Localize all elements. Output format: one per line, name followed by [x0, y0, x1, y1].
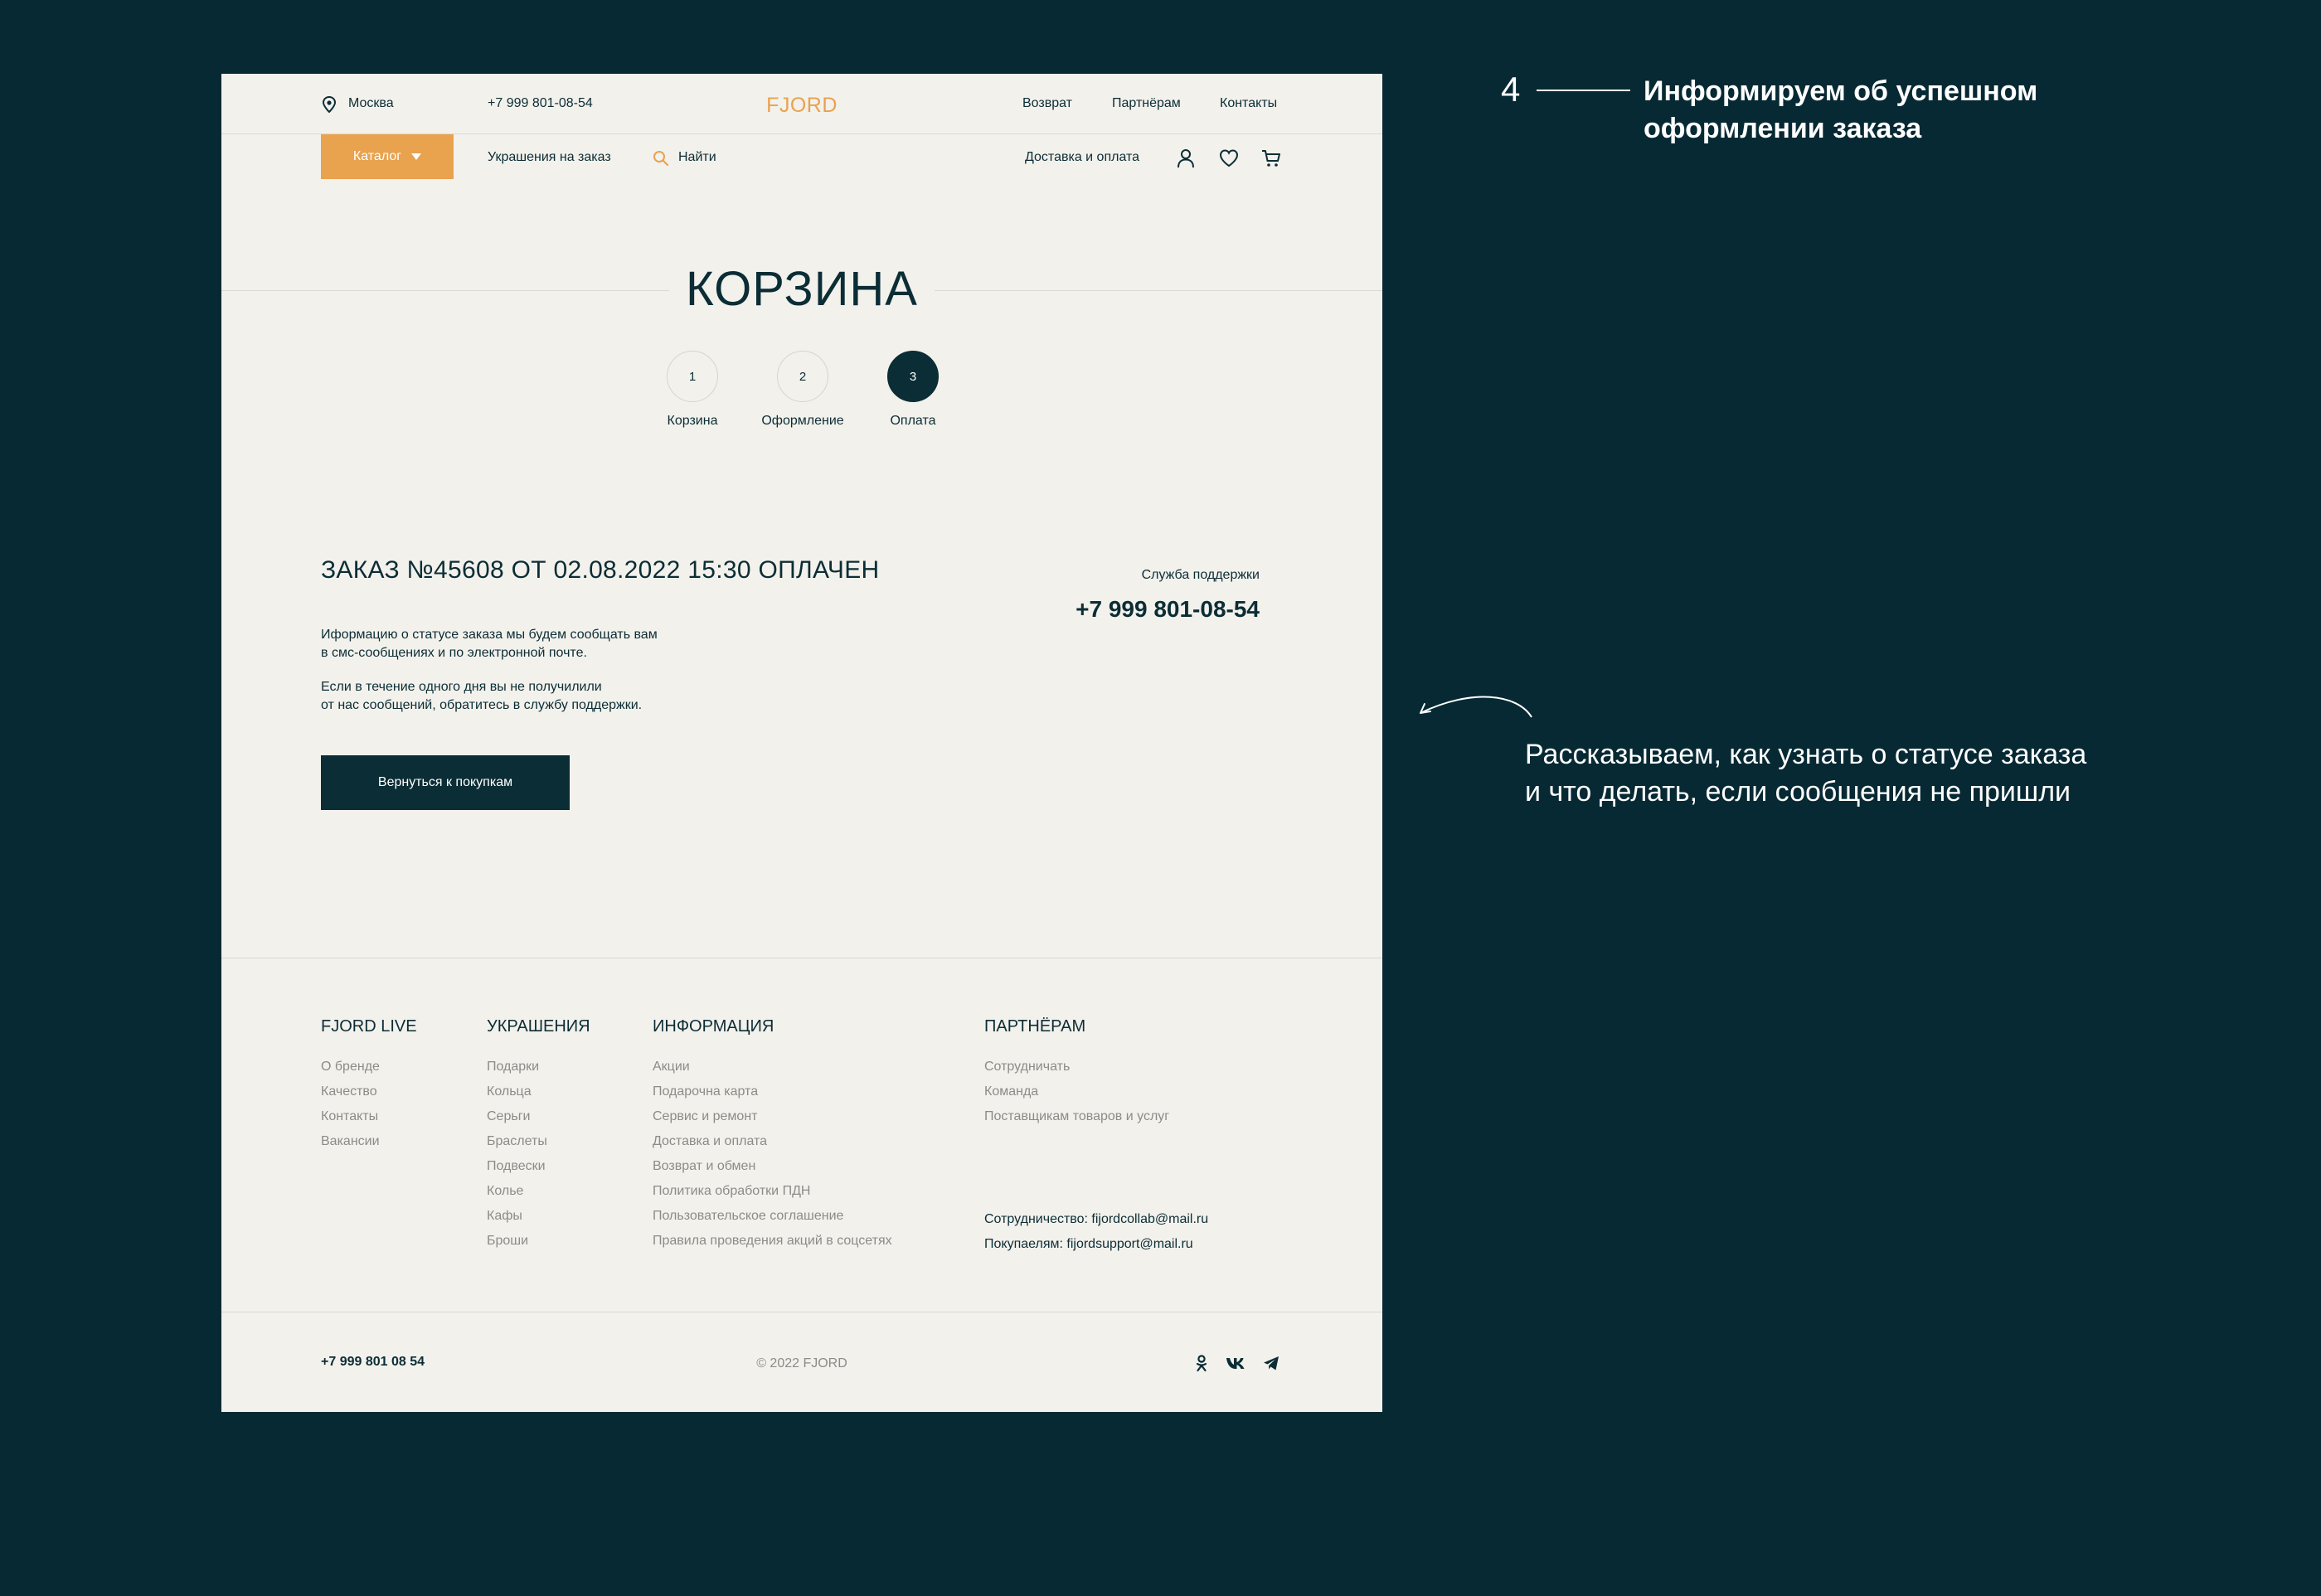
nav-contacts[interactable]: Контакты: [1220, 96, 1277, 111]
telegram-icon[interactable]: [1262, 1354, 1280, 1372]
page-mockup: Москва +7 999 801-08-54 FJORD Возврат Па…: [221, 74, 1382, 1412]
footer-link[interactable]: Подарочна карта: [653, 1079, 892, 1104]
step-number: 1: [667, 351, 718, 402]
footer-col-title: FJORD LIVE: [321, 1017, 417, 1036]
footer-col-information: ИНФОРМАЦИЯ Акции Подарочна карта Сервис …: [653, 1017, 892, 1254]
footer-link[interactable]: Кафы: [487, 1204, 590, 1229]
heart-icon[interactable]: [1218, 148, 1240, 169]
search-input[interactable]: Найти: [678, 150, 716, 165]
status-info-line: в смс-сообщениях и по электронной почте.: [321, 646, 587, 660]
footer-link[interactable]: Подарки: [487, 1055, 590, 1079]
footer-col-fjord-live: FJORD LIVE О бренде Качество Контакты Ва…: [321, 1017, 417, 1154]
footer-link[interactable]: Политика обработки ПДН: [653, 1179, 892, 1204]
back-to-shopping-button[interactable]: Вернуться к покупкам: [321, 755, 570, 810]
footer-link[interactable]: Акции: [653, 1055, 892, 1079]
step-label: Корзина: [667, 414, 718, 428]
order-status-title: ЗАКАЗ №45608 ОТ 02.08.2022 15:30 ОПЛАЧЕН: [321, 556, 880, 584]
footer-link[interactable]: Сотрудничать: [984, 1055, 1169, 1079]
step-number: 2: [777, 351, 828, 402]
support-info-line: от нас сообщений, обратитесь в службу по…: [321, 698, 643, 712]
support-label: Служба поддержки: [1141, 568, 1260, 582]
support-info-line: Если в течение одного дня вы не получили…: [321, 680, 602, 694]
annotation-connector: [1537, 90, 1630, 91]
status-info-line: Иформацию о статусе заказа мы будем сооб…: [321, 628, 658, 642]
support-phone[interactable]: +7 999 801-08-54: [1076, 596, 1260, 623]
cart-icon[interactable]: [1260, 148, 1282, 169]
footer-link[interactable]: Пользовательское соглашение: [653, 1204, 892, 1229]
collab-email[interactable]: Сотрудничество: fijordcollab@mail.ru: [984, 1212, 1208, 1227]
step-label: Оплата: [890, 414, 936, 428]
support-info-text: Если в течение одного дня вы не получили…: [321, 678, 752, 715]
footer-col-title: УКРАШЕНИЯ: [487, 1017, 590, 1036]
footer-link[interactable]: Кольца: [487, 1079, 590, 1104]
annotation-body: Рассказываем, как узнать о статусе заказ…: [1525, 739, 2087, 808]
nav-partners[interactable]: Партнёрам: [1112, 96, 1181, 111]
footer-link[interactable]: Качество: [321, 1079, 417, 1104]
footer-link[interactable]: Вакансии: [321, 1129, 417, 1154]
footer-link[interactable]: Серьги: [487, 1104, 590, 1129]
status-info-text: Иформацию о статусе заказа мы будем сооб…: [321, 626, 752, 662]
footer-col-title: ПАРТНЁРАМ: [984, 1017, 1086, 1036]
footer-link[interactable]: Сервис и ремонт: [653, 1104, 892, 1129]
footer-link[interactable]: Контакты: [321, 1104, 417, 1129]
footer-link[interactable]: Колье: [487, 1179, 590, 1204]
user-icon[interactable]: [1175, 148, 1197, 169]
footer-link[interactable]: Подвески: [487, 1154, 590, 1179]
nav-return[interactable]: Возврат: [1022, 96, 1072, 111]
top-bar: Москва +7 999 801-08-54 FJORD Возврат Па…: [221, 74, 1382, 134]
step-payment[interactable]: 3 Оплата: [859, 351, 967, 429]
caret-down-icon: [411, 153, 422, 160]
footer-link[interactable]: Поставщикам товаров и услуг: [984, 1104, 1169, 1129]
footer-link[interactable]: Возврат и обмен: [653, 1154, 892, 1179]
footer-link[interactable]: Броши: [487, 1229, 590, 1254]
search-icon[interactable]: [653, 150, 669, 167]
catalog-label: Каталог: [352, 149, 402, 163]
menu-bar: Каталог Украшения на заказ Найти Доставк…: [221, 134, 1382, 181]
annotation-title: Информируем об успешном оформлении заказ…: [1644, 75, 2038, 144]
annotation-number: 4: [1501, 70, 1521, 109]
custom-jewelry-link[interactable]: Украшения на заказ: [488, 150, 611, 165]
vk-icon[interactable]: [1226, 1354, 1247, 1372]
catalog-button[interactable]: Каталог: [321, 134, 454, 179]
footer-link[interactable]: Команда: [984, 1079, 1169, 1104]
footer-col-partners: ПАРТНЁРАМ Сотрудничать Команда Поставщик…: [984, 1017, 1169, 1129]
odnoklassniki-icon[interactable]: [1192, 1354, 1211, 1372]
footer-link[interactable]: О бренде: [321, 1055, 417, 1079]
footer-col-jewelry: УКРАШЕНИЯ Подарки Кольца Серьги Браслеты…: [487, 1017, 590, 1254]
support-email[interactable]: Покупаелям: fijordsupport@mail.ru: [984, 1237, 1193, 1252]
curved-arrow-icon: [1420, 696, 1532, 718]
footer-col-title: ИНФОРМАЦИЯ: [653, 1017, 774, 1036]
footer-link[interactable]: Правила проведения акций в соцсетях: [653, 1229, 892, 1254]
delivery-link[interactable]: Доставка и оплата: [1025, 150, 1139, 165]
page-title: КОРЗИНА: [669, 261, 935, 317]
brand-logo[interactable]: FJORD: [221, 94, 1382, 118]
step-checkout[interactable]: 2 Оформление: [749, 351, 857, 429]
step-cart[interactable]: 1 Корзина: [639, 351, 746, 429]
step-number: 3: [887, 351, 939, 402]
footer-link[interactable]: Браслеты: [487, 1129, 590, 1154]
footer-link[interactable]: Доставка и оплата: [653, 1129, 892, 1154]
step-label: Оформление: [761, 414, 844, 428]
